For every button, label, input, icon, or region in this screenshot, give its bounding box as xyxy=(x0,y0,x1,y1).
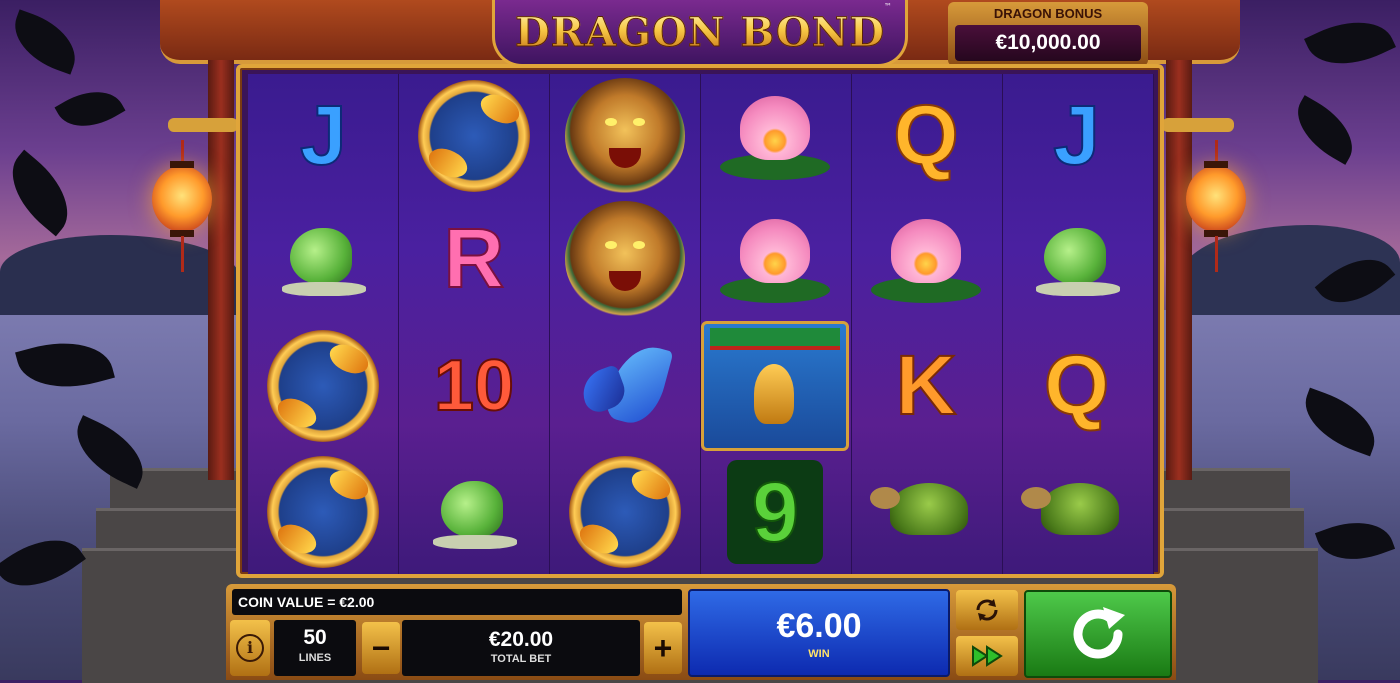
reel-frame: J Q J R 10 K Q 9 xyxy=(236,64,1164,578)
num-10-symbol-icon: 10 xyxy=(433,345,515,427)
koi-symbol-icon xyxy=(267,329,380,442)
lantern-tassel-left xyxy=(181,236,184,272)
reel-cell xyxy=(399,451,550,574)
reel-cell: K xyxy=(851,321,1002,451)
reel-cell: J xyxy=(248,74,399,197)
leaf-icon xyxy=(0,149,86,237)
win-label: WIN xyxy=(808,648,830,660)
lantern-right-icon xyxy=(1186,161,1246,237)
turtle-symbol-icon xyxy=(866,467,986,557)
letter-Q-symbol-icon: Q xyxy=(892,87,959,183)
lotus-symbol-icon xyxy=(867,211,985,307)
num-9-symbol-icon: 9 xyxy=(727,460,824,565)
lantern-left-icon xyxy=(152,161,212,237)
frog-symbol-icon xyxy=(268,214,378,304)
letter-Q-symbol-icon: Q xyxy=(1043,337,1110,433)
reel-cell xyxy=(549,451,700,574)
leaf-icon xyxy=(1304,5,1396,81)
gate-symbol-icon xyxy=(701,320,850,451)
reel-cell: 10 xyxy=(399,321,550,451)
reel-grid: J Q J R 10 K Q 9 xyxy=(248,74,1152,574)
total-bet-label: TOTAL BET xyxy=(490,653,552,665)
letter-J-symbol-icon: J xyxy=(299,87,348,183)
beam-left xyxy=(168,118,238,132)
reel-cell xyxy=(851,451,1002,574)
info-icon: i xyxy=(236,634,264,662)
reel-cell: R xyxy=(399,197,550,320)
game-logo: DRAGON BOND xyxy=(492,0,908,67)
dragon-bonus-panel: DRAGON BONUS €10,000.00 xyxy=(948,2,1148,66)
reel-cell xyxy=(248,197,399,320)
reel-cell xyxy=(549,74,700,197)
total-bet-value: €20.00 xyxy=(488,628,554,651)
reel-cell xyxy=(549,197,700,320)
reel-cell: 9 xyxy=(700,451,851,574)
reel-cell xyxy=(1001,197,1152,320)
frog-symbol-icon xyxy=(419,467,529,557)
leaf-icon xyxy=(4,9,86,75)
total-bet-display: €20.00 TOTAL BET xyxy=(402,620,640,676)
lines-label: LINES xyxy=(298,652,332,664)
koi-symbol-icon xyxy=(417,79,530,192)
reel-cell xyxy=(851,197,1002,320)
info-button[interactable]: i xyxy=(230,620,270,676)
reel-cell xyxy=(700,197,851,320)
spin-button[interactable] xyxy=(1024,590,1172,678)
turtle-symbol-icon xyxy=(1017,467,1137,557)
lotus-symbol-icon xyxy=(716,88,834,184)
fast-forward-icon xyxy=(972,645,1003,667)
reel-cell xyxy=(248,451,399,574)
leaf-icon xyxy=(54,77,126,141)
lines-display: 50 LINES xyxy=(274,620,356,676)
autoplay-button[interactable] xyxy=(956,590,1018,630)
logo-text: DRAGON BOND xyxy=(514,8,886,56)
lantern-tassel-right xyxy=(1215,236,1218,272)
reel-cell xyxy=(700,320,851,451)
increase-bet-button[interactable]: + xyxy=(644,622,682,674)
koi-symbol-icon xyxy=(267,456,380,569)
lines-value: 50 xyxy=(303,626,327,649)
win-display: €6.00 WIN xyxy=(688,589,950,677)
butterfly-symbol-icon xyxy=(570,336,680,436)
frog-symbol-icon xyxy=(1022,214,1132,304)
reel-cell xyxy=(248,321,399,451)
reel-cell: J xyxy=(1001,74,1152,197)
hill-left xyxy=(0,235,240,315)
reel-cell: Q xyxy=(851,74,1002,197)
spin-icon xyxy=(1073,607,1125,659)
reel-cell: Q xyxy=(1001,321,1152,451)
letter-K-symbol-icon: K xyxy=(895,337,958,433)
letter-R-symbol-icon: R xyxy=(443,210,506,306)
win-value: €6.00 xyxy=(776,607,862,645)
dragon-bonus-label: DRAGON BONUS xyxy=(993,6,1103,21)
letter-J-symbol-icon: J xyxy=(1052,87,1101,183)
reel-cell xyxy=(700,74,851,197)
turbo-button[interactable] xyxy=(956,636,1018,676)
dragon-symbol-icon xyxy=(564,200,685,317)
beam-right xyxy=(1162,118,1234,132)
dragon-symbol-icon xyxy=(564,77,685,194)
koi-symbol-icon xyxy=(568,456,681,569)
trademark: ™ xyxy=(884,2,892,11)
reel-cell xyxy=(549,321,700,451)
dragon-bonus-value: €10,000.00 xyxy=(955,25,1141,61)
decrease-bet-button[interactable]: − xyxy=(362,622,400,674)
coin-value-text: COIN VALUE = €2.00 xyxy=(238,594,375,610)
lotus-symbol-icon xyxy=(716,211,834,307)
leaf-icon xyxy=(1284,95,1366,165)
reel-cell xyxy=(1001,451,1152,574)
reel-cell xyxy=(399,74,550,197)
autoplay-icon xyxy=(976,599,998,621)
